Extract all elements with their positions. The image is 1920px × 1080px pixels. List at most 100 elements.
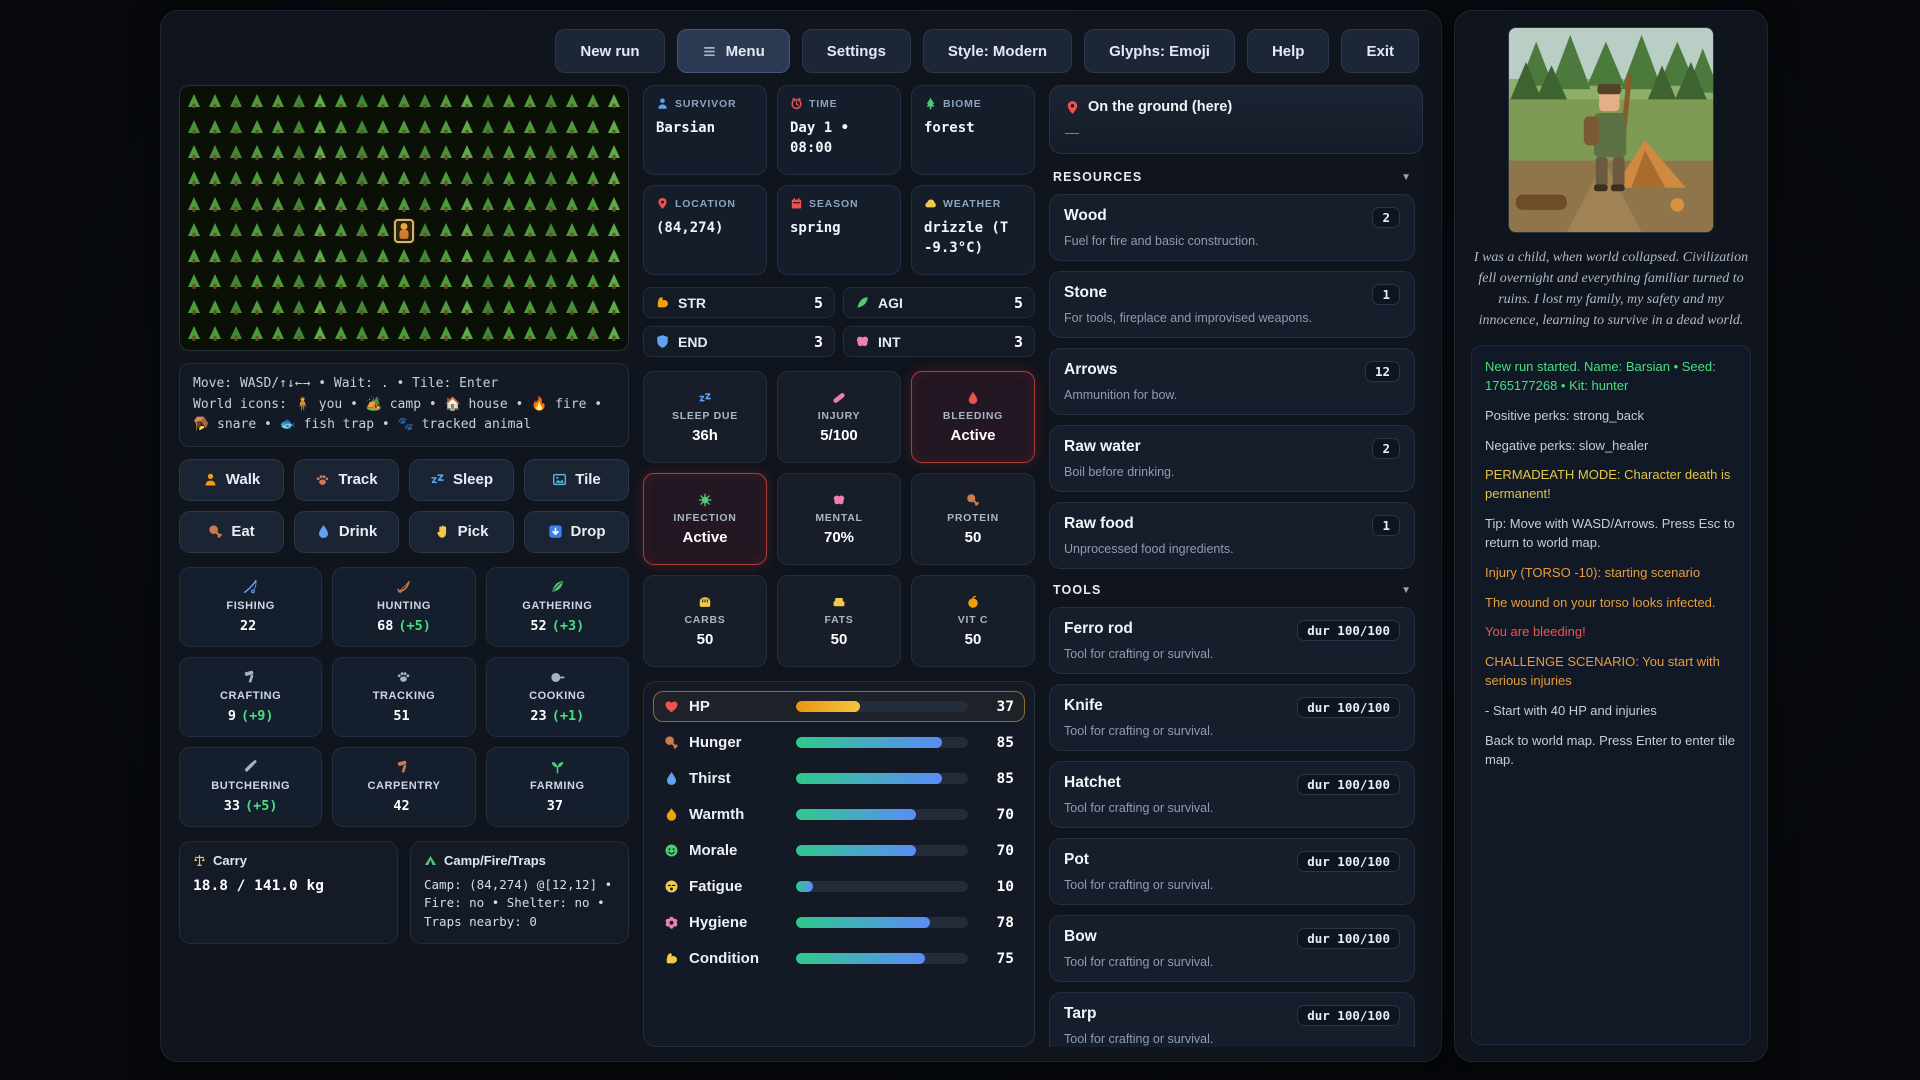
vital-bar-track xyxy=(796,953,968,964)
new-run-button[interactable]: New run xyxy=(555,29,664,73)
vitals-panel: HP 37 Hunger 85 xyxy=(643,681,1035,1047)
skill-label: TRACKING xyxy=(373,690,435,702)
knife-icon xyxy=(243,759,258,774)
tree-tile xyxy=(246,166,267,192)
tree-tile xyxy=(204,295,225,321)
status-value: Active xyxy=(682,529,727,546)
resource-count-badge: 1 xyxy=(1372,284,1400,305)
camp-title: Camp/Fire/Traps xyxy=(444,853,546,868)
map-grid xyxy=(180,86,628,350)
flame-icon xyxy=(664,807,679,822)
tree-tile xyxy=(562,295,583,321)
sleepy-icon xyxy=(664,879,679,894)
tree-tile xyxy=(604,244,625,270)
skill-card: FARMING 37 xyxy=(486,747,629,827)
tree-tile xyxy=(562,89,583,115)
tool-item[interactable]: Ferro rod dur 100/100 Tool for crafting … xyxy=(1049,607,1415,674)
tools-header[interactable]: TOOLS ▼ xyxy=(1049,579,1415,607)
character-backstory: I was a child, when world collapsed. Civ… xyxy=(1471,247,1751,331)
resource-item[interactable]: Arrows 12 Ammunition for bow. xyxy=(1049,348,1415,415)
tree-tile xyxy=(583,166,604,192)
tree-tile xyxy=(457,244,478,270)
map-viewport[interactable] xyxy=(179,85,629,351)
tree-tile xyxy=(351,89,372,115)
vital-bar-fill xyxy=(796,845,916,856)
resources-header[interactable]: RESOURCES ▼ xyxy=(1049,166,1415,194)
arrow-down-square-icon xyxy=(548,524,563,539)
tree-tile xyxy=(604,218,625,244)
action-button[interactable]: Walk xyxy=(179,459,284,501)
leaf-icon xyxy=(550,579,565,594)
action-button[interactable]: Track xyxy=(294,459,399,501)
resource-desc: Ammunition for bow. xyxy=(1064,388,1400,402)
tool-item[interactable]: Pot dur 100/100 Tool for crafting or sur… xyxy=(1049,838,1415,905)
tree-tile xyxy=(415,192,436,218)
tool-item[interactable]: Tarp dur 100/100 Tool for crafting or su… xyxy=(1049,992,1415,1047)
tree-tile xyxy=(562,218,583,244)
tool-name: Bow xyxy=(1064,928,1097,946)
info-value: Barsian xyxy=(656,119,754,139)
menu-button[interactable]: Menu xyxy=(677,29,790,73)
action-button[interactable]: Drink xyxy=(294,511,399,553)
resource-count-badge: 2 xyxy=(1372,438,1400,459)
status-value: 36h xyxy=(692,427,718,444)
meat-icon xyxy=(966,493,980,507)
tree-tile xyxy=(267,321,288,347)
action-button[interactable]: Eat xyxy=(179,511,284,553)
tree-tile xyxy=(330,166,351,192)
resource-desc: Unprocessed food ingredients. xyxy=(1064,542,1400,556)
tree-tile xyxy=(288,115,309,141)
exit-button[interactable]: Exit xyxy=(1341,29,1419,73)
drop-icon xyxy=(664,771,679,786)
rod-icon xyxy=(243,579,258,594)
style-button[interactable]: Style: Modern xyxy=(923,29,1072,73)
vital-label: Thirst xyxy=(689,770,786,787)
tree-tile xyxy=(541,166,562,192)
glyphs-button[interactable]: Glyphs: Emoji xyxy=(1084,29,1235,73)
tree-tile xyxy=(372,270,393,296)
tree-tile xyxy=(520,218,541,244)
ground-scroll-area[interactable]: RESOURCES ▼ Wood 2 Fuel for fire and bas… xyxy=(1049,166,1423,1047)
hammer-icon xyxy=(243,669,258,684)
action-button[interactable]: Sleep xyxy=(409,459,514,501)
tree-tile xyxy=(415,321,436,347)
tools-title: TOOLS xyxy=(1053,583,1101,597)
action-button-label: Drink xyxy=(339,523,377,540)
tree-tile xyxy=(204,141,225,167)
action-button[interactable]: Drop xyxy=(524,511,629,553)
tool-item[interactable]: Hatchet dur 100/100 Tool for crafting or… xyxy=(1049,761,1415,828)
vital-bar-track xyxy=(796,809,968,820)
resource-item[interactable]: Raw food 1 Unprocessed food ingredients. xyxy=(1049,502,1415,569)
tool-item[interactable]: Bow dur 100/100 Tool for crafting or sur… xyxy=(1049,915,1415,982)
vital-bar-row: Fatigue 10 xyxy=(653,871,1025,902)
resource-item[interactable]: Stone 1 For tools, fireplace and improvi… xyxy=(1049,271,1415,338)
tree-tile xyxy=(372,295,393,321)
tree-tile xyxy=(309,295,330,321)
action-button[interactable]: Pick xyxy=(409,511,514,553)
skill-delta: (+1) xyxy=(552,708,585,724)
tree-tile xyxy=(478,192,499,218)
info-label: WEATHER xyxy=(943,198,1001,210)
player-tile xyxy=(393,218,414,244)
tree-tile xyxy=(330,218,351,244)
tree-tile xyxy=(225,115,246,141)
tree-tile xyxy=(436,295,457,321)
resource-item[interactable]: Raw water 2 Boil before drinking. xyxy=(1049,425,1415,492)
action-button-label: Sleep xyxy=(453,471,493,488)
blood-drop-icon xyxy=(966,391,980,405)
tree-tile xyxy=(309,192,330,218)
vital-label: Condition xyxy=(689,950,786,967)
action-bar: Walk Track Sleep Tile Eat xyxy=(179,459,629,553)
skill-delta: (+3) xyxy=(552,618,585,634)
tool-item[interactable]: Knife dur 100/100 Tool for crafting or s… xyxy=(1049,684,1415,751)
help-button[interactable]: Help xyxy=(1247,29,1330,73)
attribute-value: 5 xyxy=(814,294,823,312)
tree-tile xyxy=(372,218,393,244)
settings-button[interactable]: Settings xyxy=(802,29,911,73)
tree-tile xyxy=(309,141,330,167)
tree-tile xyxy=(204,166,225,192)
resource-item[interactable]: Wood 2 Fuel for fire and basic construct… xyxy=(1049,194,1415,261)
action-button[interactable]: Tile xyxy=(524,459,629,501)
tree-tile xyxy=(520,321,541,347)
log-panel[interactable]: New run started. Name: Barsian • Seed: 1… xyxy=(1471,345,1751,1045)
